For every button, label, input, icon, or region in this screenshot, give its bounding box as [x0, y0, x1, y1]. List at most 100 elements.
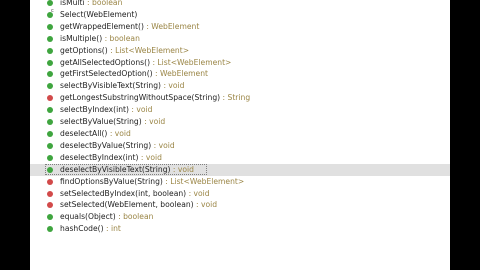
member-return-type: : void: [193, 200, 218, 210]
outline-item-label: equals(Object) : boolean: [60, 211, 153, 223]
outline-item[interactable]: deselectByIndex(int) : void: [30, 152, 450, 164]
member-signature: deselectByVisibleText(String): [60, 164, 171, 174]
public-method-icon: [47, 23, 53, 30]
outline-item-label: getLongestSubstringWithoutSpace(String) …: [60, 92, 250, 104]
outline-item[interactable]: getOptions() : List<WebElement>: [30, 45, 450, 57]
member-return-type: : void: [138, 152, 162, 162]
member-signature: isMultiple(): [60, 33, 103, 43]
outline-item[interactable]: selectByValue(String) : void: [30, 116, 450, 128]
member-return-type: : void: [151, 140, 175, 150]
outline-item[interactable]: getFirstSelectedOption() : WebElement: [30, 68, 450, 80]
outline-item-label: selectByValue(String) : void: [60, 116, 165, 128]
public-method-icon: [47, 154, 53, 161]
outline-item-label: deselectByIndex(int) : void: [60, 152, 162, 164]
constructor-icon: c: [47, 7, 54, 18]
outline-item-label: hashCode() : int: [60, 223, 121, 235]
public-method-icon: [47, 226, 53, 233]
outline-item-label: deselectByVisibleText(String) : void: [60, 164, 194, 176]
outline-item[interactable]: isMultiple() : boolean: [30, 33, 450, 45]
member-return-type: : List<WebElement>: [162, 176, 245, 186]
member-return-type: : boolean: [115, 212, 154, 222]
member-return-type: : void: [161, 81, 185, 91]
member-return-type: : boolean: [84, 0, 123, 7]
member-signature: getWrappedElement(): [60, 21, 144, 31]
outline-item-label: getFirstSelectedOption() : WebElement: [60, 68, 208, 80]
outline-item[interactable]: equals(Object) : boolean: [30, 211, 450, 223]
public-method-icon: [47, 119, 53, 126]
outline-item[interactable]: hashCode() : int: [30, 223, 450, 235]
outline-panel: FisMulti : booleancSelect(WebElement)get…: [30, 0, 450, 270]
member-return-type: : void: [107, 128, 131, 138]
outline-item-label: getWrappedElement() : WebElement: [60, 21, 199, 33]
outline-item[interactable]: FisMulti : boolean: [30, 0, 450, 9]
private-method-icon: [47, 95, 53, 102]
member-signature: setSelected(WebElement, boolean): [60, 200, 194, 210]
outline-item[interactable]: getLongestSubstringWithoutSpace(String) …: [30, 92, 450, 104]
member-return-type: : WebElement: [143, 21, 200, 31]
member-signature: selectByValue(String): [60, 117, 142, 127]
member-signature: selectByVisibleText(String): [60, 81, 162, 91]
constructor-marker-icon: c: [51, 7, 54, 14]
member-return-type: : String: [220, 93, 251, 103]
member-signature: getFirstSelectedOption(): [60, 69, 153, 79]
member-signature: deselectAll(): [60, 128, 108, 138]
member-signature: getAllSelectedOptions(): [60, 57, 151, 67]
outline-item[interactable]: getWrappedElement() : WebElement: [30, 21, 450, 33]
outline-item-label: setSelected(WebElement, boolean) : void: [60, 199, 217, 211]
final-marker-icon: F: [51, 0, 54, 2]
member-return-type: : void: [141, 117, 166, 127]
outline-item-label: selectByIndex(int) : void: [60, 104, 152, 116]
member-return-type: : boolean: [102, 33, 140, 43]
member-return-type: : void: [129, 105, 153, 115]
member-return-type: : int: [103, 224, 121, 234]
member-signature: getLongestSubstringWithoutSpace(String): [60, 93, 221, 103]
public-method-icon: [47, 214, 53, 221]
member-return-type: : void: [170, 164, 194, 174]
outline-item[interactable]: c Select(WebElement): [30, 7, 450, 21]
public-method-icon: [47, 59, 53, 66]
outline-item[interactable]: findOptionsByValue(String) : List<WebEle…: [30, 176, 450, 188]
outline-item-label: selectByVisibleText(String) : void: [60, 80, 185, 92]
member-signature: getOptions(): [60, 45, 108, 55]
outline-item[interactable]: setSelectedByIndex(int, boolean) : void: [30, 188, 450, 200]
field-icon: F: [47, 0, 54, 6]
member-signature: deselectByValue(String): [60, 140, 152, 150]
outline-item-label: setSelectedByIndex(int, boolean) : void: [60, 188, 210, 200]
outline-item[interactable]: deselectByVisibleText(String) : void: [30, 163, 450, 176]
outline-item-label: findOptionsByValue(String) : List<WebEle…: [60, 176, 244, 188]
public-method-icon: [47, 83, 53, 90]
outline-item-label: deselectAll() : void: [60, 128, 131, 140]
member-return-type: : WebElement: [152, 69, 209, 79]
public-method-icon: [47, 35, 53, 42]
outline-tree: FisMulti : booleancSelect(WebElement)get…: [30, 0, 450, 235]
member-signature: isMulti: [60, 0, 85, 7]
outline-item-label: getOptions() : List<WebElement>: [60, 45, 189, 57]
member-signature: equals(Object): [60, 212, 116, 222]
member-signature: selectByIndex(int): [60, 105, 129, 115]
outline-item[interactable]: deselectByValue(String) : void: [30, 140, 450, 152]
outline-item[interactable]: setSelected(WebElement, boolean) : void: [30, 199, 450, 211]
outline-item-label: isMultiple() : boolean: [60, 33, 140, 45]
outline-item[interactable]: selectByIndex(int) : void: [30, 104, 450, 116]
outline-item[interactable]: deselectAll() : void: [30, 128, 450, 140]
public-method-icon: [47, 71, 53, 78]
member-signature: hashCode(): [60, 224, 104, 234]
outline-item-label: getAllSelectedOptions() : List<WebElemen…: [60, 57, 231, 69]
outline-item[interactable]: getAllSelectedOptions() : List<WebElemen…: [30, 57, 450, 69]
outline-item[interactable]: selectByVisibleText(String) : void: [30, 80, 450, 92]
public-method-icon: [47, 130, 53, 137]
member-signature: setSelectedByIndex(int, boolean): [60, 188, 187, 198]
member-return-type: : List<WebElement>: [150, 57, 232, 67]
outline-item-label: deselectByValue(String) : void: [60, 140, 175, 152]
private-method-icon: [47, 202, 53, 209]
public-method-icon: [47, 142, 53, 149]
member-return-type: : List<WebElement>: [107, 45, 190, 55]
public-method-icon: [47, 107, 53, 114]
member-signature: findOptionsByValue(String): [60, 176, 163, 186]
member-return-type: : void: [186, 188, 210, 198]
public-method-icon: [47, 47, 53, 54]
member-signature: Select(WebElement): [60, 9, 138, 19]
private-method-icon: [47, 190, 53, 197]
outline-item-label: isMulti : boolean: [60, 0, 122, 9]
public-method-icon: [47, 166, 53, 173]
